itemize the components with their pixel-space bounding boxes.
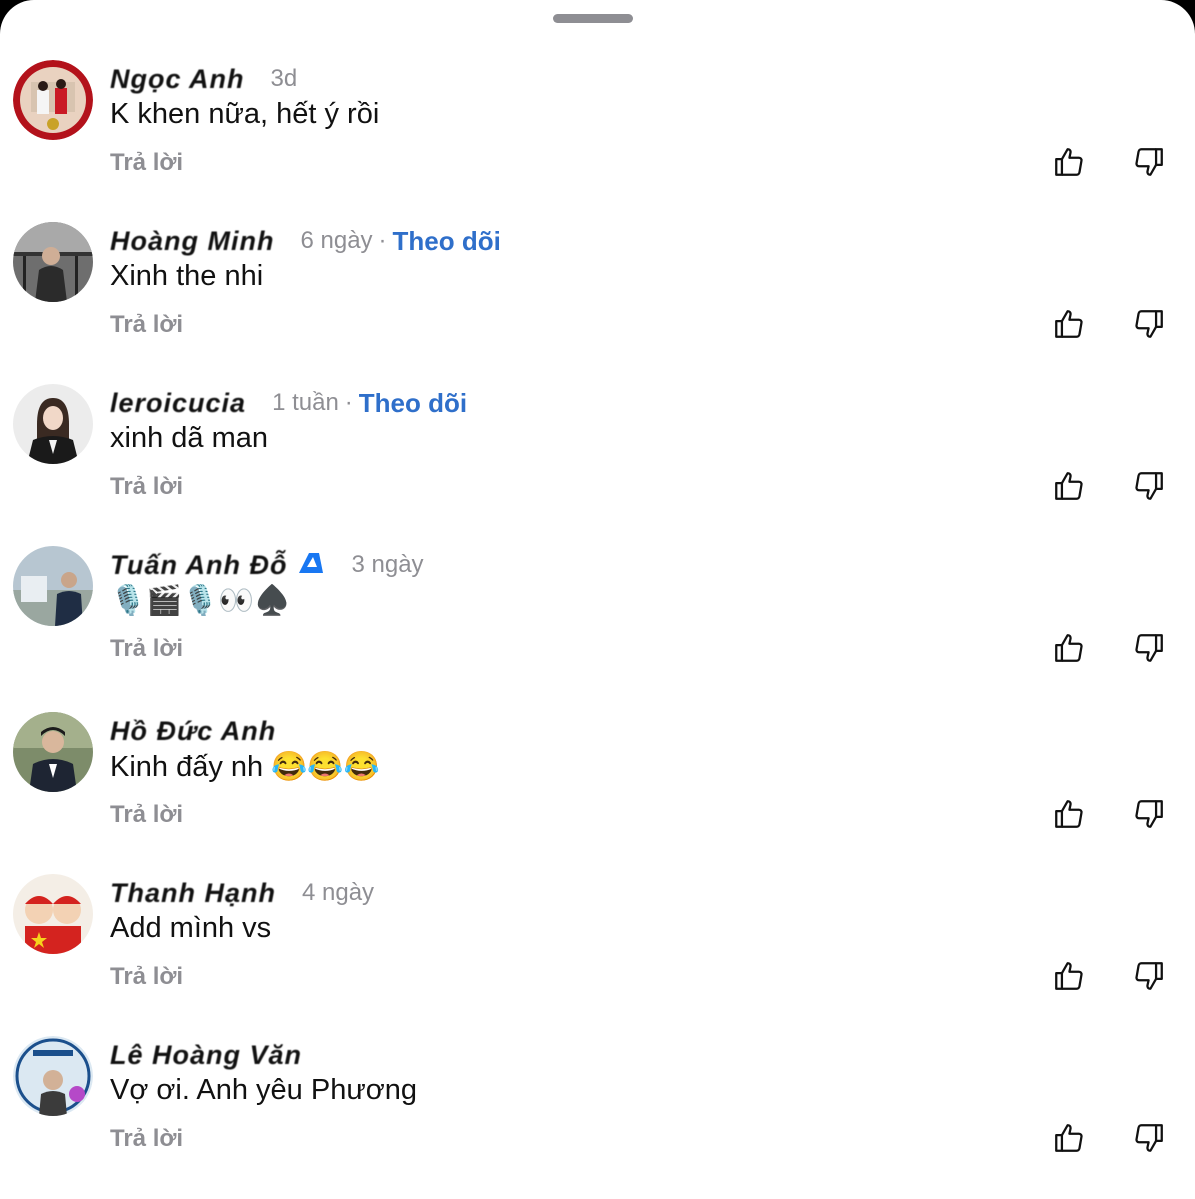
comment-item: Thanh Hạnh 4 ngày Add mình vs Trả lời	[0, 874, 1195, 1036]
comments-sheet: Ngọc Anh 3d K khen nữa, hết ý rồi Trả lờ…	[0, 0, 1195, 1199]
comment-item: Lê Hoàng Văn Vợ ơi. Anh yêu Phương Trả l…	[0, 1036, 1195, 1198]
thumbs-up-icon[interactable]	[1051, 144, 1087, 180]
avatar[interactable]	[13, 222, 93, 302]
reply-button[interactable]: Trả lời	[110, 311, 183, 339]
thumbs-down-icon[interactable]	[1131, 796, 1167, 832]
comment-author[interactable]: Ngọc Anh	[110, 64, 244, 95]
sheet-drag-handle[interactable]	[553, 14, 633, 23]
comment-time: 3d	[270, 65, 298, 92]
comment-item: Tuấn Anh Đỗ 3 ngày 🎙️🎬🎙️👀♠️ Trả lời	[0, 546, 1195, 708]
reply-button[interactable]: Trả lời	[110, 1125, 183, 1153]
thumbs-down-icon[interactable]	[1131, 630, 1167, 666]
comment-author[interactable]: Tuấn Anh Đỗ	[110, 550, 287, 581]
thumbs-down-icon[interactable]	[1131, 144, 1167, 180]
comment-text: Add mình vs	[110, 912, 272, 944]
follow-button[interactable]: Theo dõi	[359, 388, 467, 419]
comment-text: Kinh đấy nh 😂😂😂	[110, 751, 380, 783]
reply-button[interactable]: Trả lời	[110, 963, 183, 991]
comment-text: 🎙️🎬🎙️👀♠️	[110, 585, 291, 617]
thumbs-down-icon[interactable]	[1131, 958, 1167, 994]
comment-author[interactable]: Hồ Đức Anh	[110, 716, 276, 747]
comment-author[interactable]: Lê Hoàng Văn	[110, 1040, 302, 1071]
thumbs-up-icon[interactable]	[1051, 796, 1087, 832]
comment-time: 3 ngày	[351, 551, 424, 578]
comment-time: 4 ngày	[302, 879, 375, 906]
comment-text: Vợ ơi. Anh yêu Phương	[110, 1074, 418, 1106]
avatar[interactable]	[13, 874, 93, 954]
reply-button[interactable]: Trả lời	[110, 635, 183, 663]
comment-time: 6 ngày	[300, 227, 373, 254]
thumbs-up-icon[interactable]	[1051, 1120, 1087, 1156]
avatar[interactable]	[13, 384, 93, 464]
reply-button[interactable]: Trả lời	[110, 149, 183, 177]
comment-text: xinh dã man	[110, 422, 268, 454]
comment-author[interactable]: leroicucia	[110, 388, 246, 419]
thumbs-down-icon[interactable]	[1131, 306, 1167, 342]
comment-author[interactable]: Hoàng Minh	[110, 226, 274, 257]
thumbs-down-icon[interactable]	[1131, 1120, 1167, 1156]
reply-button[interactable]: Trả lời	[110, 473, 183, 501]
thumbs-up-icon[interactable]	[1051, 958, 1087, 994]
thumbs-up-icon[interactable]	[1051, 630, 1087, 666]
verified-badge-icon	[297, 551, 325, 580]
comment-time: 1 tuần	[272, 389, 339, 416]
follow-button[interactable]: Theo dõi	[393, 226, 501, 257]
comment-text: Xinh the nhi	[110, 260, 264, 292]
thumbs-up-icon[interactable]	[1051, 468, 1087, 504]
avatar[interactable]	[13, 546, 93, 626]
comment-item: leroicucia 1 tuần · Theo dõi xinh dã man…	[0, 384, 1195, 546]
comment-item: Ngọc Anh 3d K khen nữa, hết ý rồi Trả lờ…	[0, 60, 1195, 222]
comment-item: Hồ Đức Anh Kinh đấy nh 😂😂😂 Trả lời	[0, 712, 1195, 874]
thumbs-down-icon[interactable]	[1131, 468, 1167, 504]
comment-text: K khen nữa, hết ý rồi	[110, 98, 380, 130]
avatar[interactable]	[13, 712, 93, 792]
avatar[interactable]	[13, 1036, 93, 1116]
reply-button[interactable]: Trả lời	[110, 801, 183, 829]
comment-author[interactable]: Thanh Hạnh	[110, 878, 276, 909]
comment-item: Hoàng Minh 6 ngày · Theo dõi Xinh the nh…	[0, 222, 1195, 384]
avatar[interactable]	[13, 60, 93, 140]
thumbs-up-icon[interactable]	[1051, 306, 1087, 342]
